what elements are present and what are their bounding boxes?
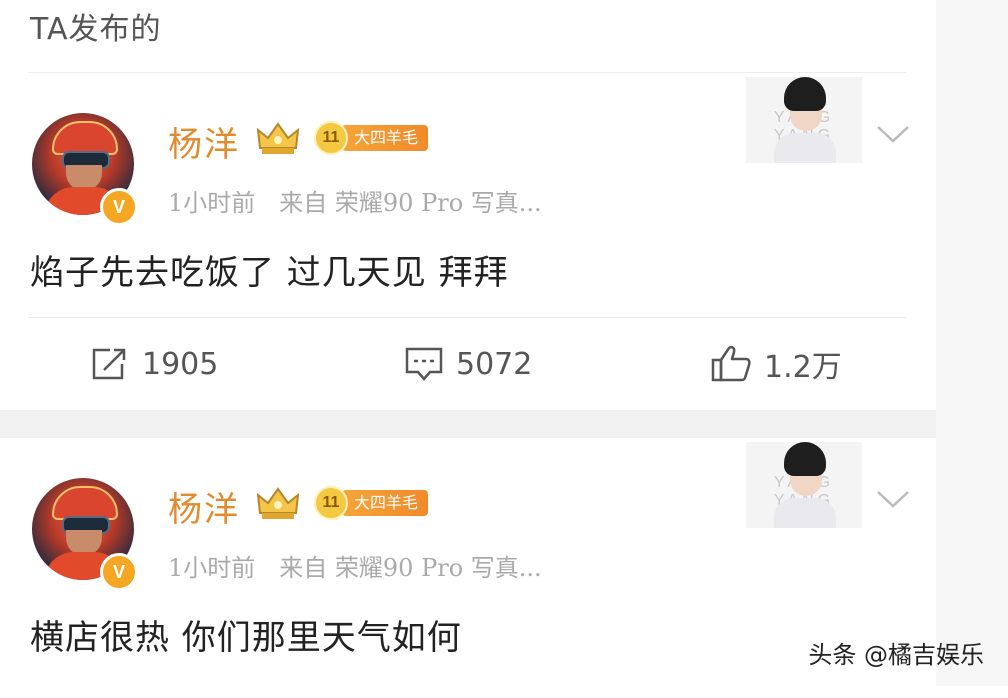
crown-icon xyxy=(256,487,300,519)
comment-button[interactable]: 5072 xyxy=(404,341,532,387)
like-button[interactable]: 1.2万 xyxy=(710,341,842,387)
like-icon xyxy=(711,345,751,382)
post-source: 来自 荣耀90 Pro 写真... xyxy=(279,189,542,217)
post-source: 来自 荣耀90 Pro 写真... xyxy=(279,554,542,582)
username[interactable]: 杨洋 xyxy=(168,482,240,531)
username[interactable]: 杨洋 xyxy=(168,117,240,166)
post-text: 横店很热 你们那里天气如何 xyxy=(30,618,462,658)
crown-icon xyxy=(256,122,300,154)
post-card[interactable]: V 杨洋 11 大四羊毛 1小时前来自 荣耀90 Pro 写真... YANG … xyxy=(0,73,936,413)
repost-button[interactable]: 1905 xyxy=(90,341,218,387)
thumbnail-image[interactable]: YANG YANG xyxy=(746,442,862,528)
level-tag: 大四羊毛 xyxy=(342,490,429,516)
profile-posts-page: TA发布的 V 杨洋 11 大四羊毛 1小时前 来自 荣耀90 Pro 写真...… xyxy=(0,0,1008,686)
level-number: 11 xyxy=(314,486,348,520)
comment-icon xyxy=(405,347,443,381)
thumbnail-image[interactable]: YANG YANG xyxy=(746,77,862,163)
section-title: TA发布的 xyxy=(30,12,162,47)
source-watermark: 头条 @橘吉娱乐 xyxy=(808,641,984,669)
post-text: 焰子先去吃饭了 过几天见 拜拜 xyxy=(30,253,509,293)
verified-badge: V xyxy=(100,553,138,591)
post-divider xyxy=(28,317,906,318)
post-meta: 1小时前 来自 荣耀90 Pro 写真... xyxy=(168,183,566,218)
chevron-down-icon[interactable] xyxy=(876,488,910,510)
chevron-down-icon[interactable] xyxy=(876,123,910,145)
level-badge[interactable]: 11 大四羊毛 xyxy=(314,121,429,155)
repost-count: 1905 xyxy=(142,346,219,382)
card-separator xyxy=(0,410,936,438)
post-card[interactable]: V 杨洋 11 大四羊毛 1小时前来自 荣耀90 Pro 写真... YANG … xyxy=(0,438,936,698)
post-meta: 1小时前 来自 荣耀90 Pro 写真... xyxy=(168,548,566,583)
comment-count: 5072 xyxy=(456,346,533,382)
verified-badge: V xyxy=(100,188,138,226)
post-time: 1小时前 xyxy=(168,554,256,582)
repost-icon xyxy=(92,348,126,380)
level-badge[interactable]: 11 大四羊毛 xyxy=(314,486,429,520)
right-margin xyxy=(936,0,1008,686)
level-number: 11 xyxy=(314,121,348,155)
like-count: 1.2万 xyxy=(764,350,842,385)
level-tag: 大四羊毛 xyxy=(342,125,429,151)
post-time: 1小时前 xyxy=(168,189,256,217)
